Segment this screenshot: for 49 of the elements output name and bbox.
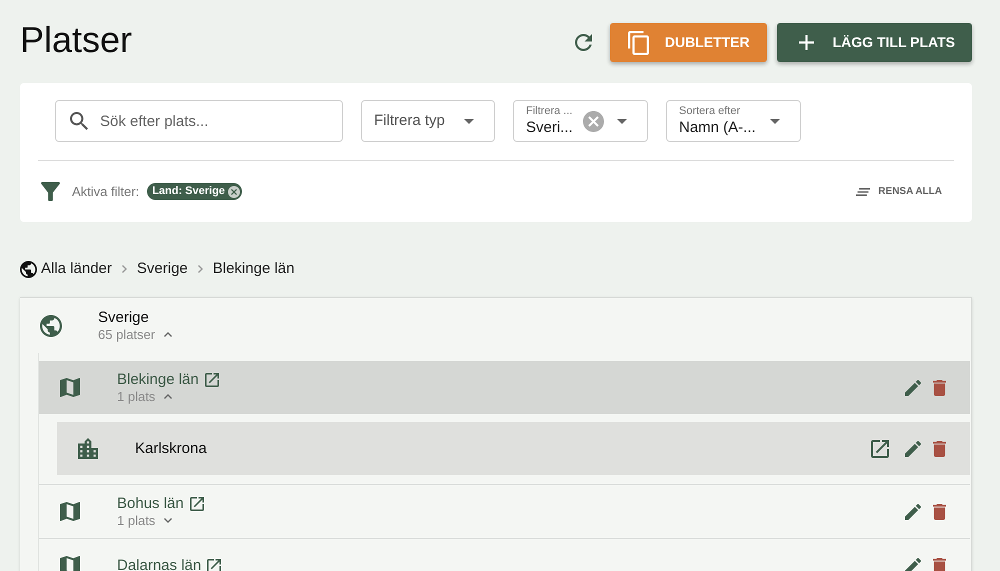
map-icon (60, 502, 80, 521)
breadcrumb-link[interactable]: Sverige (136, 258, 188, 280)
select-field[interactable]: Sortera efter Namn (A-... (666, 100, 801, 142)
globe-icon (20, 260, 37, 278)
trash-icon[interactable] (933, 558, 946, 571)
filter-chip[interactable]: Land: Sverige (147, 183, 242, 200)
trash-icon[interactable] (933, 380, 946, 396)
breadcrumb-link[interactable]: Alla länder (41, 258, 112, 280)
map-icon (60, 378, 80, 397)
external-link-icon[interactable] (204, 372, 219, 386)
caret-icon (464, 118, 474, 124)
select-field[interactable]: Filtrera ... Sveri... (513, 100, 648, 142)
map-icon (60, 556, 80, 571)
select-field[interactable]: Filtrera typ (361, 100, 495, 142)
place-name: Blekinge län (117, 370, 199, 388)
search-field[interactable]: Sök efter plats... (55, 100, 343, 142)
external-link-icon[interactable] (871, 440, 889, 458)
plus-icon (798, 35, 814, 50)
lines-icon (856, 188, 870, 196)
external-link-icon[interactable] (207, 558, 222, 571)
search-icon (70, 112, 88, 130)
copy-icon (628, 30, 649, 54)
tree-row[interactable]: Blekinge län 1 plats (39, 361, 970, 414)
add-place-button[interactable]: LÄGG TILL PLATS (776, 23, 972, 62)
tree-row[interactable]: Karlskrona (57, 422, 970, 475)
pencil-icon[interactable] (905, 380, 921, 396)
caret-icon (617, 118, 627, 124)
trash-icon[interactable] (933, 440, 946, 456)
active-filters-label: Aktiva filter: (72, 182, 140, 201)
building-icon (78, 438, 98, 459)
refresh-icon[interactable] (574, 34, 592, 51)
place-name: Sverige (98, 308, 149, 326)
clear-all-button[interactable]: RENSA ALLA (856, 184, 942, 199)
external-link-icon[interactable] (190, 496, 204, 510)
place-name: Bohus län (117, 494, 184, 512)
caret-icon (770, 118, 780, 124)
trash-icon[interactable] (933, 504, 946, 520)
place-name: Karlskrona (135, 440, 207, 458)
pencil-icon[interactable] (905, 440, 921, 456)
place-name: Dalarnas län (117, 556, 202, 571)
globe-icon (40, 314, 62, 336)
pencil-icon[interactable] (905, 504, 921, 520)
close-icon[interactable] (228, 186, 240, 198)
pencil-icon[interactable] (905, 558, 921, 571)
chevron-right-icon (122, 265, 127, 273)
chevron-right-icon (198, 265, 203, 273)
filter-icon (41, 182, 60, 201)
breadcrumb-current: Blekinge län (212, 258, 294, 279)
page-title: Platser (20, 20, 132, 60)
